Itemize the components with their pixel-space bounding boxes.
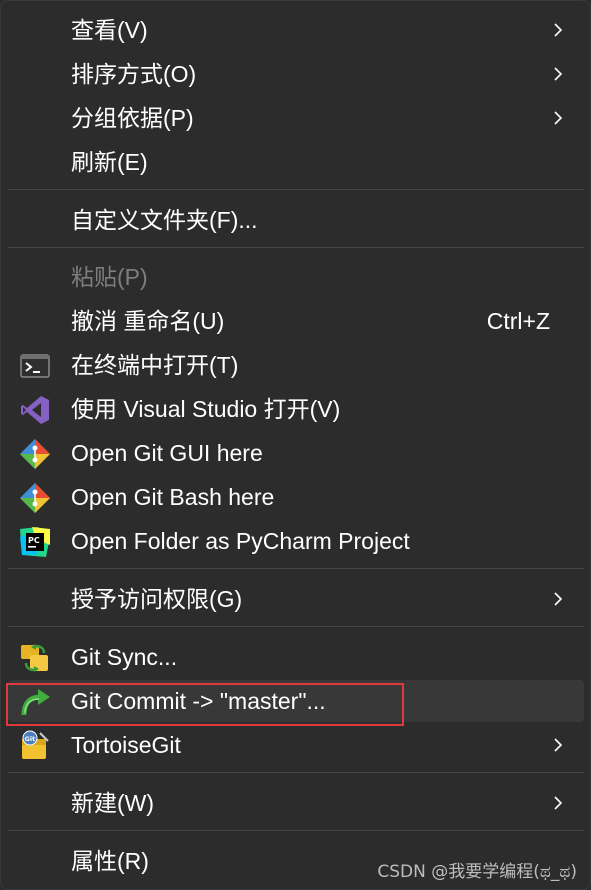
- menu-item-open-pycharm[interactable]: PC Open Folder as PyCharm Project: [8, 520, 584, 562]
- watermark: CSDN @我要学编程(ಥ_ಥ): [377, 862, 577, 882]
- menu-item-label: 排序方式(O): [71, 61, 197, 87]
- annotation-highlight-box: [6, 683, 404, 726]
- terminal-icon: [20, 354, 50, 378]
- menu-item-new[interactable]: 新建(W): [8, 782, 584, 824]
- git-icon: [20, 483, 50, 513]
- menu-item-open-git-gui[interactable]: Open Git GUI here: [8, 432, 584, 474]
- menu-item-grant-access[interactable]: 授予访问权限(G): [8, 578, 584, 620]
- menu-item-label: Open Git Bash here: [71, 484, 275, 510]
- chevron-right-icon: [554, 592, 563, 606]
- menu-item-label: 查看(V): [71, 17, 148, 43]
- menu-separator: [8, 626, 584, 627]
- chevron-right-icon: [554, 111, 563, 125]
- menu-item-label: Open Git GUI here: [71, 440, 263, 466]
- chevron-right-icon: [554, 23, 563, 37]
- menu-item-label: 刷新(E): [71, 149, 148, 175]
- tortoisegit-sync-icon: [21, 644, 48, 672]
- menu-item-view[interactable]: 查看(V): [8, 9, 584, 51]
- menu-item-customize-folder[interactable]: 自定义文件夹(F)...: [8, 199, 584, 241]
- menu-item-label: 粘贴(P): [71, 264, 148, 290]
- menu-item-refresh[interactable]: 刷新(E): [8, 141, 584, 183]
- pycharm-icon: PC: [20, 527, 50, 557]
- menu-item-label: TortoiseGit: [71, 732, 181, 758]
- shortcut-label: Ctrl+Z: [486, 308, 550, 334]
- menu-item-label: 在终端中打开(T): [71, 352, 239, 378]
- menu-item-label: 自定义文件夹(F)...: [71, 207, 258, 233]
- menu-item-label: 撤消 重命名(U): [71, 308, 225, 334]
- menu-item-undo-rename[interactable]: 撤消 重命名(U) Ctrl+Z: [8, 300, 584, 342]
- menu-item-tortoisegit[interactable]: Git TortoiseGit: [8, 724, 584, 766]
- menu-item-open-git-bash[interactable]: Open Git Bash here: [8, 476, 584, 518]
- git-icon: [20, 439, 50, 469]
- chevron-right-icon: [554, 738, 563, 752]
- menu-item-open-visual-studio[interactable]: 使用 Visual Studio 打开(V): [8, 388, 584, 430]
- menu-separator: [8, 830, 584, 831]
- menu-item-git-sync[interactable]: Git Sync...: [8, 636, 584, 678]
- context-menu: 查看(V) 排序方式(O) 分组依据(P) 刷新(E) 自定义文件夹(F)...…: [0, 0, 591, 890]
- menu-item-label: 分组依据(P): [71, 105, 194, 131]
- menu-item-label: Open Folder as PyCharm Project: [71, 528, 410, 554]
- menu-item-label: 授予访问权限(G): [71, 586, 243, 612]
- menu-separator: [8, 568, 584, 569]
- menu-item-label: 新建(W): [71, 790, 155, 816]
- svg-text:Git: Git: [25, 735, 36, 743]
- menu-item-label: Git Sync...: [71, 644, 178, 670]
- menu-item-open-terminal[interactable]: 在终端中打开(T): [8, 344, 584, 386]
- svg-text:PC: PC: [28, 536, 40, 545]
- visual-studio-icon: [21, 396, 49, 424]
- menu-item-sort-by[interactable]: 排序方式(O): [8, 53, 584, 95]
- menu-separator: [8, 772, 584, 773]
- chevron-right-icon: [554, 796, 563, 810]
- tortoisegit-icon: Git: [22, 730, 49, 759]
- menu-item-label: 使用 Visual Studio 打开(V): [71, 396, 341, 422]
- menu-item-group-by[interactable]: 分组依据(P): [8, 97, 584, 139]
- menu-separator: [8, 247, 584, 248]
- menu-separator: [8, 189, 584, 190]
- chevron-right-icon: [554, 67, 563, 81]
- menu-item-label: 属性(R): [71, 848, 149, 874]
- menu-item-paste: 粘贴(P): [8, 256, 584, 298]
